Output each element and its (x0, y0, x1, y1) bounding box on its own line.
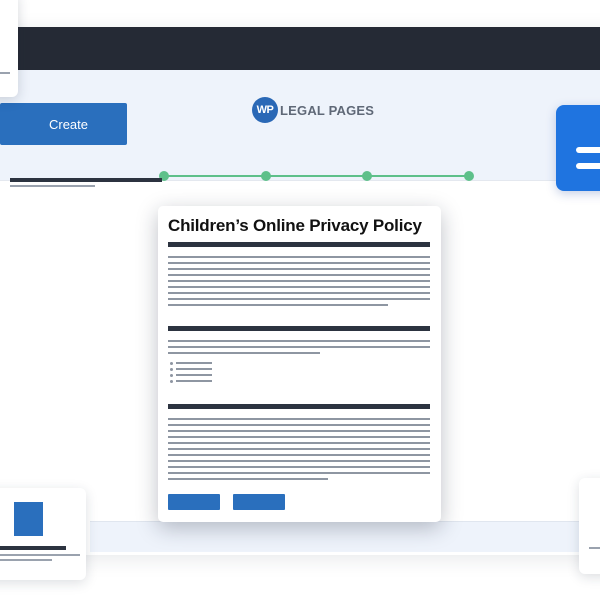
stepper-step-4[interactable] (464, 171, 474, 181)
wp-legal-pages-logo: WP LEGAL PAGES (252, 97, 374, 123)
text-line (168, 436, 430, 438)
floating-card-bottom-right (579, 478, 600, 574)
card-heading-line (0, 546, 66, 550)
text-line (168, 442, 430, 444)
bullet-line (176, 368, 212, 370)
bullet (170, 380, 173, 383)
text-line (168, 298, 430, 300)
policy-title: Children’s Online Privacy Policy (168, 216, 422, 235)
stepper-line (164, 175, 469, 177)
text-line (168, 430, 430, 432)
floating-card-bottom-left (0, 488, 86, 580)
text-line (168, 256, 430, 258)
app-footer-bar (90, 521, 600, 552)
text-line (168, 418, 430, 420)
text-line (168, 478, 328, 480)
stage: WP LEGAL PAGES Create Children’s Online … (0, 0, 600, 600)
left-section-heading (10, 178, 162, 182)
text-line (168, 268, 430, 270)
left-section-subline (10, 185, 95, 187)
card-text-line (0, 559, 52, 561)
app-topbar (0, 27, 600, 70)
text-line (168, 466, 430, 468)
section-heading-bar (168, 242, 430, 247)
text-line (168, 352, 320, 354)
text-line (168, 472, 430, 474)
text-line (168, 280, 430, 282)
create-button[interactable]: Create (0, 103, 127, 145)
text-line (168, 340, 430, 342)
document-lines-icon (556, 105, 600, 191)
bullet-line (176, 380, 212, 382)
bullet (170, 368, 173, 371)
logo-badge: WP (252, 97, 278, 123)
card-text-line (0, 554, 80, 556)
bullet (170, 362, 173, 365)
floating-card-top-left (0, 0, 18, 97)
wizard-stepper (159, 171, 474, 181)
text-line (168, 286, 430, 288)
doc-icon-line (576, 147, 600, 153)
bullet-line (176, 362, 212, 364)
text-line (168, 460, 430, 462)
text-line (168, 346, 430, 348)
doc-icon-line (576, 163, 600, 169)
bullet-line (176, 374, 212, 376)
text-line (168, 274, 430, 276)
card-line (589, 547, 600, 549)
text-line (168, 292, 430, 294)
stepper-step-2[interactable] (260, 171, 271, 181)
bullet (170, 374, 173, 377)
text-line (168, 262, 430, 264)
section-heading-bar (168, 404, 430, 409)
text-line (168, 424, 430, 426)
text-line (168, 454, 430, 456)
text-line (168, 448, 430, 450)
logo-text: LEGAL PAGES (280, 102, 375, 118)
image-placeholder (14, 502, 43, 536)
document-button-primary[interactable] (168, 494, 220, 510)
section-heading-bar (168, 326, 430, 331)
document-button-secondary[interactable] (233, 494, 285, 510)
text-line (168, 304, 388, 306)
stepper-step-3[interactable] (362, 171, 373, 181)
policy-document: Children’s Online Privacy Policy (158, 206, 441, 522)
card-line (0, 72, 10, 74)
